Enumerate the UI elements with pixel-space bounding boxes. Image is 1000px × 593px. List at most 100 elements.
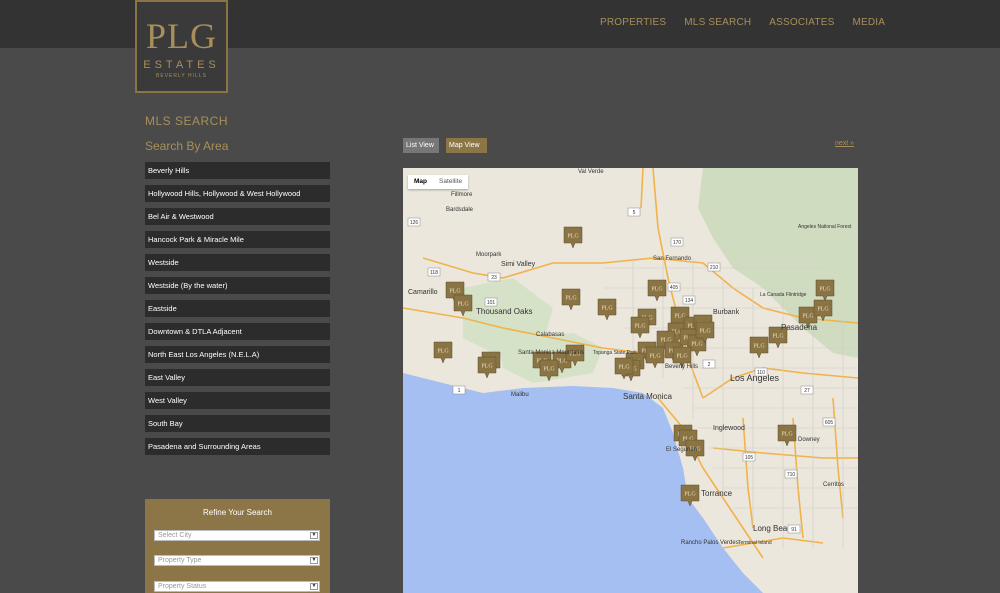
map-place-label: Angeles National Forest [798,224,852,230]
area-item-bel-air[interactable]: Bel Air & Westwood [145,208,330,225]
area-item-hancock-park[interactable]: Hancock Park & Miracle Mile [145,231,330,248]
chevron-down-icon: ▼ [310,583,318,590]
map-place-label: La Canada Flintridge [760,292,807,298]
area-item-westside[interactable]: Westside [145,254,330,271]
svg-text:PLG: PLG [819,287,831,293]
map-place-label: El Segundo [666,447,698,453]
svg-text:405: 405 [670,285,679,291]
map-place-label: Inglewood [713,425,745,432]
map-place-label: Burbank [713,309,740,316]
map-place-label: Terminal Island [738,540,772,546]
area-item-eastside[interactable]: Eastside [145,300,330,317]
highway-shield: 134 [682,295,696,305]
property-type-placeholder: Property Type [158,557,202,564]
svg-text:PLG: PLG [618,365,630,371]
svg-text:110: 110 [757,370,765,376]
area-item-east-valley[interactable]: East Valley [145,369,330,386]
svg-text:PLG: PLG [565,296,577,302]
map-place-label: Malibu [511,392,529,398]
highway-shield: 118 [427,267,441,277]
svg-text:91: 91 [791,527,797,533]
area-item-beverly-hills[interactable]: Beverly Hills [145,162,330,179]
list-view-button[interactable]: List View [403,138,439,153]
highway-shield: 1 [452,385,466,395]
logo[interactable]: PLG ESTATES BEVERLY HILLS [135,0,228,93]
highway-shield: 710 [784,469,798,479]
map-place-label: Pasadena [781,323,818,332]
highway-shield: 5 [627,207,641,217]
map-place-label: Santa Monica Mountains [518,350,584,356]
map-type-control[interactable]: Map Satellite [408,175,469,189]
svg-text:PLG: PLG [481,364,493,370]
property-status-select[interactable]: Property Status ▼ [154,581,320,592]
map-view-button[interactable]: Map View [446,138,487,153]
highway-shield: 170 [670,237,684,247]
highway-shield: 110 [754,367,768,377]
highway-shield: 126 [407,217,421,227]
chevron-down-icon: ▼ [310,532,318,539]
property-marker-0[interactable]: PLG [563,226,583,249]
property-marker-22[interactable]: PLG [433,341,453,364]
svg-text:PLG: PLG [651,287,663,293]
area-item-hollywood[interactable]: Hollywood Hills, Hollywood & West Hollyw… [145,185,330,202]
property-marker-4[interactable]: PLG [597,298,617,321]
area-item-south-bay[interactable]: South Bay [145,415,330,432]
svg-text:126: 126 [410,220,419,226]
highway-shield: 23 [487,272,501,282]
property-type-select[interactable]: Property Type ▼ [154,555,320,566]
refine-title: Refine Your Search [203,508,272,517]
city-select[interactable]: Select City ▼ [154,530,320,541]
nav-media[interactable]: MEDIA [852,16,885,32]
svg-text:5: 5 [633,210,636,216]
map-place-label: Rancho Palos Verdes [681,540,739,546]
svg-text:PLG: PLG [691,342,703,348]
area-item-pasadena[interactable]: Pasadena and Surrounding Areas [145,438,330,455]
svg-text:170: 170 [673,240,682,246]
map-type-satellite[interactable]: Satellite [433,175,468,189]
property-marker-27[interactable]: PLG [477,356,497,379]
area-item-westside-water[interactable]: Westside (By the water) [145,277,330,294]
svg-text:101: 101 [487,300,496,306]
svg-text:118: 118 [430,270,438,276]
city-select-placeholder: Select City [158,532,192,539]
property-marker-15[interactable]: PLG [645,346,665,369]
svg-text:134: 134 [685,298,694,304]
property-marker-8[interactable]: PLG [630,316,650,339]
map-view[interactable]: PLG PLG PLG PLG PLG PLG PLG PLG PLG PLG PLG PLG PLG P… [403,168,858,593]
highway-shield: 2 [702,359,716,369]
main-nav: PROPERTIES MLS SEARCH ASSOCIATES MEDIA [600,16,885,32]
highway-shield: 101 [484,297,498,307]
nav-associates[interactable]: ASSOCIATES [769,16,834,32]
next-link[interactable]: next » [835,140,854,147]
area-item-nela[interactable]: North East Los Angeles (N.E.L.A) [145,346,330,363]
map-place-label: Torrance [701,489,733,498]
section-title: MLS SEARCH [145,114,229,128]
svg-text:27: 27 [804,388,810,394]
map-type-map[interactable]: Map [408,175,433,189]
svg-text:710: 710 [787,472,796,478]
svg-text:105: 105 [745,455,754,461]
svg-text:1: 1 [458,388,461,394]
map-place-label: Thousand Oaks [476,307,532,316]
logo-subtext: ESTATES [143,59,220,71]
area-item-west-valley[interactable]: West Valley [145,392,330,409]
svg-text:PLG: PLG [437,349,449,355]
svg-text:PLG: PLG [543,367,555,373]
nav-properties[interactable]: PROPERTIES [600,16,666,32]
svg-text:PLG: PLG [781,432,793,438]
svg-text:PLG: PLG [699,329,711,335]
svg-text:PLG: PLG [634,324,646,330]
nav-mls-search[interactable]: MLS SEARCH [684,16,751,32]
highway-shield: 105 [742,452,756,462]
svg-text:605: 605 [825,420,834,426]
map-place-label: Camarillo [408,289,438,296]
svg-text:PLG: PLG [753,344,765,350]
svg-text:PLG: PLG [567,234,579,240]
map-place-label: Cerritos [823,482,844,488]
area-item-downtown[interactable]: Downtown & DTLA Adjacent [145,323,330,340]
property-marker-37[interactable]: PLG [777,424,797,447]
search-by-area-title: Search By Area [145,139,229,153]
property-marker-3[interactable]: PLG [561,288,581,311]
map-place-label: Moorpark [476,252,502,258]
map-place-label: Beverly Hills [665,364,698,370]
